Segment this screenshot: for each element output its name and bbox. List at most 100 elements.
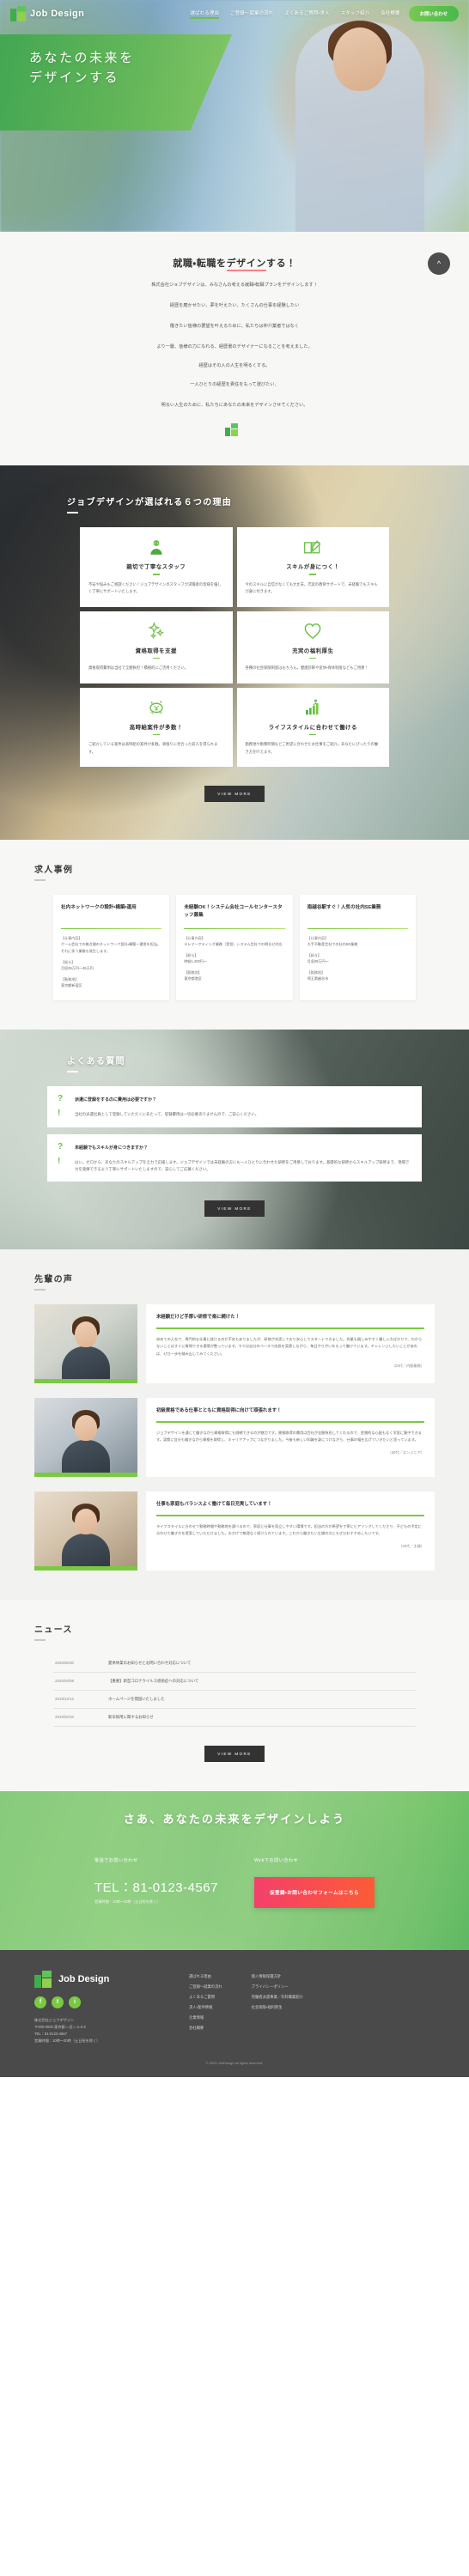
nav-item-staff[interactable]: スタッフ紹介	[341, 9, 370, 19]
faq-answer: はい。ゼロから、あなたのスキルアップを全力で応援します。ジョブデザインでは未経験…	[75, 1159, 410, 1171]
social-links: f t i	[34, 1996, 163, 2008]
footer-link[interactable]: ご登録～就業の流れ	[189, 1984, 222, 1990]
faq-question-row: ? 派遣に登録をするのに費用は必要ですか？	[58, 1095, 411, 1103]
reason-title: 資格取得を支援	[135, 647, 177, 654]
footer-link[interactable]: 選ばれる理由	[189, 1974, 222, 1979]
cta-contact-form-button[interactable]: 仮登録・お問い合わせフォームはこちら	[253, 1876, 375, 1908]
photo-person-head	[75, 1415, 97, 1442]
heart-icon	[246, 622, 381, 641]
photo-person-head	[75, 1321, 97, 1348]
job-card[interactable]: 南越谷駅すぐ！人気の社内SE業務 【仕事内容】 大手不動産会社での社内SE業務 …	[299, 894, 416, 1001]
job-salary: 月収28万円～	[307, 959, 329, 964]
news-item[interactable]: 2019/12/12 ホームページを開設いたしました	[53, 1691, 416, 1709]
reason-body: 資格取得費用は当社で全額負担！積極的にご活用ください。	[88, 665, 188, 671]
job-card[interactable]: 社内ネットワークの設計・構築・運用 【仕事内容】 ゲーム会社での拠点間のネットワ…	[53, 894, 170, 1001]
footer-link[interactable]: プライバシーポリシー	[252, 1984, 303, 1990]
news-item[interactable]: 2019/02/10 新卒採用に関するお知らせ	[53, 1709, 416, 1727]
nav-item-flow[interactable]: ご登録～就業の流れ	[230, 9, 273, 19]
faq-header: よくある質問	[0, 1054, 469, 1073]
footer-tel: TEL：81-0123-4567	[34, 2032, 67, 2037]
intro-paragraph-1: 株式会社ジョブデザインは、みなさんの考える就職・転職プランをデザインします！	[151, 283, 318, 288]
footer-link-columns: 選ばれる理由 ご登録～就業の流れ よくあるご質問 求人・案件情報 企業情報 会社…	[189, 1971, 435, 2045]
reasons-header: ジョブデザインが選ばれる６つの理由	[0, 495, 469, 514]
cta-section: さあ、あなたの未来をデザインしよう 電話でお問い合わせ TEL：81-0123-…	[0, 1790, 469, 1950]
hero-title-line1: あなたの未来を	[29, 51, 135, 65]
intro-logo-mark-icon	[225, 423, 244, 437]
question-mark-icon: ?	[58, 1141, 64, 1151]
scroll-to-top-button[interactable]: ^	[428, 252, 450, 275]
coin-yen-icon	[88, 698, 224, 717]
news-item[interactable]: 2025/06/30 夏季休業のお知らせとお問い合わせ対応について	[53, 1655, 416, 1673]
intro-paragraph-7: 明るい人生のために、私たちにあなたの未来をデザインさせてください。	[161, 402, 308, 408]
faq-item[interactable]: ? 未経験でもスキルが身につきますか？ ! はい。ゼロから、あなたのスキルアップ…	[47, 1133, 422, 1182]
footer-link[interactable]: 社会保険・福利厚生	[252, 2005, 303, 2010]
faq-question-row: ? 未経験でもスキルが身につきますか？	[58, 1141, 411, 1151]
testimonial-item: 仕事も家庭もバランスよく働けて毎日充実しています！ ライフスタイルに合わせて勤務…	[34, 1492, 435, 1571]
title-underline	[152, 657, 160, 659]
job-card[interactable]: 未経験OK！システム会社コールセンタースタッフ募集 【仕事内容】 テレマーケティ…	[176, 894, 293, 1001]
job-title: 南越谷駅すぐ！人気の社内SE業務	[307, 904, 381, 910]
job-salary: 月収35万円～45万円	[61, 965, 94, 970]
footer-link[interactable]: 求人・案件情報	[189, 2005, 222, 2010]
faq-section: よくある質問 ? 派遣に登録をするのに費用は必要ですか？ ! 当社の派遣社員とし…	[0, 1030, 469, 1250]
cta-web-label: Webでお問い合わせ	[253, 1857, 299, 1863]
main-navigation: Job Design 選ばれる理由 ご登録～就業の流れ よくあるご質問・求人 ス…	[0, 0, 469, 27]
testimonial-meta: （20代／内勤業務）	[391, 1363, 424, 1368]
footer-top: Job Design f t i 株式会社ジョブデザイン 〒000-0000 東…	[34, 1970, 435, 2045]
photo-person-body	[62, 1534, 110, 1567]
twitter-icon[interactable]: t	[52, 1996, 64, 2008]
testimonial-meta: （30代／エンジニア）	[387, 1449, 424, 1455]
site-logo[interactable]: Job Design	[10, 6, 84, 21]
instagram-icon[interactable]: i	[69, 1996, 81, 2008]
voice-header: 先輩の声	[0, 1272, 469, 1291]
reasons-view-more-button[interactable]: VIEW MORE	[204, 785, 265, 802]
footer-link[interactable]: 労働者派遣事業／有料職業紹介	[252, 1995, 303, 2000]
reason-title: 親切で丁寧なスタッフ	[126, 564, 186, 571]
title-underline	[156, 1421, 424, 1423]
news-view-more-button[interactable]: VIEW MORE	[204, 1745, 265, 1762]
photo-person-body	[62, 1440, 110, 1473]
footer-link[interactable]: よくあるご質問	[189, 1995, 222, 2000]
job-title: 未経験OK！システム会社コールセンタースタッフ募集	[184, 904, 283, 919]
intro-heading: 就職・転職をデザインする！	[0, 256, 469, 271]
intro-paragraph-4: より一層、皆様の力になれる、経歴書のデザイナーになることを考えました。	[156, 343, 313, 349]
nav-item-reasons[interactable]: 選ばれる理由	[190, 9, 219, 19]
reason-title: 高時給案件が多数！	[129, 724, 183, 731]
jobs-header: 求人事例	[0, 862, 469, 881]
title-underline	[156, 1327, 424, 1329]
nav-item-company[interactable]: 会社概要	[381, 9, 399, 19]
footer-link[interactable]: 個人情報保護方針	[252, 1974, 303, 1979]
job-desc: テレマーケティング業務（受信）システム会社での問合せ対応	[184, 942, 283, 947]
nav-contact-button[interactable]: お問い合わせ	[408, 6, 459, 21]
news-header: ニュース	[0, 1622, 469, 1641]
intro-paragraph-6: 一人ひとりの経歴を責任をもって選びたい、	[190, 381, 279, 387]
hero-title-line2: デザインする	[29, 70, 120, 86]
nav-links: 選ばれる理由 ご登録～就業の流れ よくあるご質問・求人 スタッフ紹介 会社概要	[190, 9, 399, 19]
reason-card: ライフスタイルに合わせて働ける 勤務地や勤務時間などご希望に合わせたお仕事をご紹…	[236, 687, 389, 767]
news-item[interactable]: 2025/04/08 【重要】新型コロナウイルス感染症への対応について	[53, 1673, 416, 1691]
news-date: 2025/06/30	[55, 1660, 74, 1665]
footer-company-info: 株式会社ジョブデザイン 〒000-0000 東京都○○区○○1-2-3 TEL：…	[34, 2017, 163, 2045]
site-footer: Job Design f t i 株式会社ジョブデザイン 〒000-0000 東…	[0, 1949, 469, 2077]
faq-item[interactable]: ? 派遣に登録をするのに費用は必要ですか？ ! 当社の派遣社員として登録していた…	[47, 1086, 422, 1127]
footer-link[interactable]: 会社概要	[189, 2026, 222, 2031]
chevron-up-icon: ^	[436, 259, 442, 268]
reason-body: 不安や悩みもご相談ください！ジョブデザインのスタッフが求職者の皆様を優しく丁寧に…	[88, 581, 222, 594]
book-pencil-icon	[246, 538, 381, 556]
testimonial-item: 未経験だけど手厚い研修で楽に続けた！ 初めての入社で、専門的な仕事に就けるのか不…	[34, 1304, 435, 1384]
faq-view-more-button[interactable]: VIEW MORE	[204, 1200, 265, 1218]
job-title: 社内ネットワークの設計・構築・運用	[61, 904, 137, 910]
nav-item-faq[interactable]: よくあるご質問・求人	[284, 9, 329, 19]
intro-paragraph-3: 働きたい皆様の要望を叶えるために、私たちは仲介業者ではなく	[169, 323, 300, 329]
cta-phone-number[interactable]: TEL：81-0123-4567	[94, 1878, 218, 1896]
testimonials-section: 先輩の声 未経験だけど手厚い研修で楽に続けた！ 初めての入社で、専門的な仕事に就…	[0, 1249, 469, 1601]
testimonial-list: 未経験だけど手厚い研修で楽に続けた！ 初めての入社で、専門的な仕事に就けるのか不…	[0, 1304, 469, 1571]
intro-heading-after: する！	[265, 258, 296, 269]
reason-title: スキルが身につく！	[286, 564, 340, 571]
news-section: ニュース 2025/06/30 夏季休業のお知らせとお問い合わせ対応について 2…	[0, 1600, 469, 1791]
heading-underline	[67, 512, 78, 514]
faq-heading: よくある質問	[67, 1057, 125, 1067]
footer-logo[interactable]: Job Design	[34, 1970, 163, 1988]
facebook-icon[interactable]: f	[34, 1996, 46, 2008]
footer-link[interactable]: 企業情報	[189, 2015, 222, 2020]
